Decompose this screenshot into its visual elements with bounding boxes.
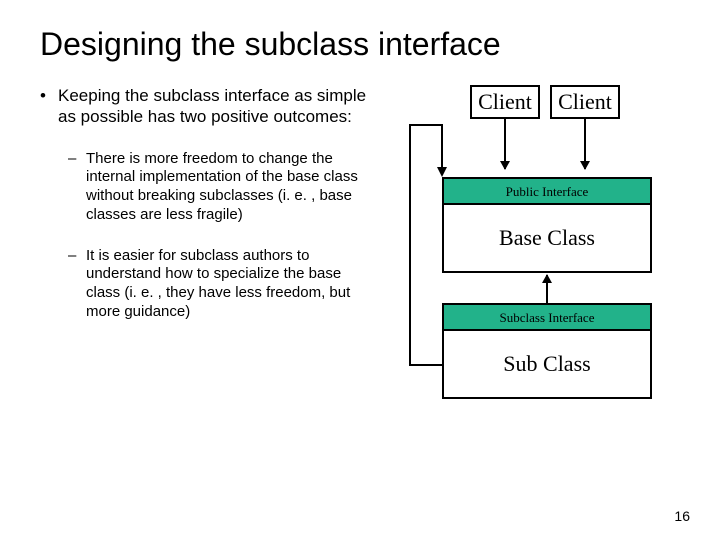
- bullet-dot-icon: •: [40, 85, 58, 128]
- slide-title: Designing the subclass interface: [40, 26, 680, 63]
- bullet-level2a-text: There is more freedom to change the inte…: [86, 150, 372, 225]
- content-row: • Keeping the subclass interface as simp…: [40, 85, 680, 505]
- bullet-level2b-text: It is easier for subclass authors to und…: [86, 247, 372, 322]
- slide: Designing the subclass interface • Keepi…: [0, 0, 720, 540]
- bullet-level1: • Keeping the subclass interface as simp…: [40, 85, 372, 128]
- bullet-dash-icon: –: [68, 247, 86, 322]
- page-number: 16: [674, 508, 690, 524]
- bullet-dash-icon: –: [68, 150, 86, 225]
- bullet-level2: – There is more freedom to change the in…: [68, 150, 372, 225]
- bullet-level2: – It is easier for subclass authors to u…: [68, 247, 372, 322]
- loop-arrow-icon: [380, 85, 680, 415]
- text-column: • Keeping the subclass interface as simp…: [40, 85, 380, 505]
- diagram-area: Client Client Public Interface Base Clas…: [380, 85, 680, 505]
- bullet-level1-text: Keeping the subclass interface as simple…: [58, 85, 372, 128]
